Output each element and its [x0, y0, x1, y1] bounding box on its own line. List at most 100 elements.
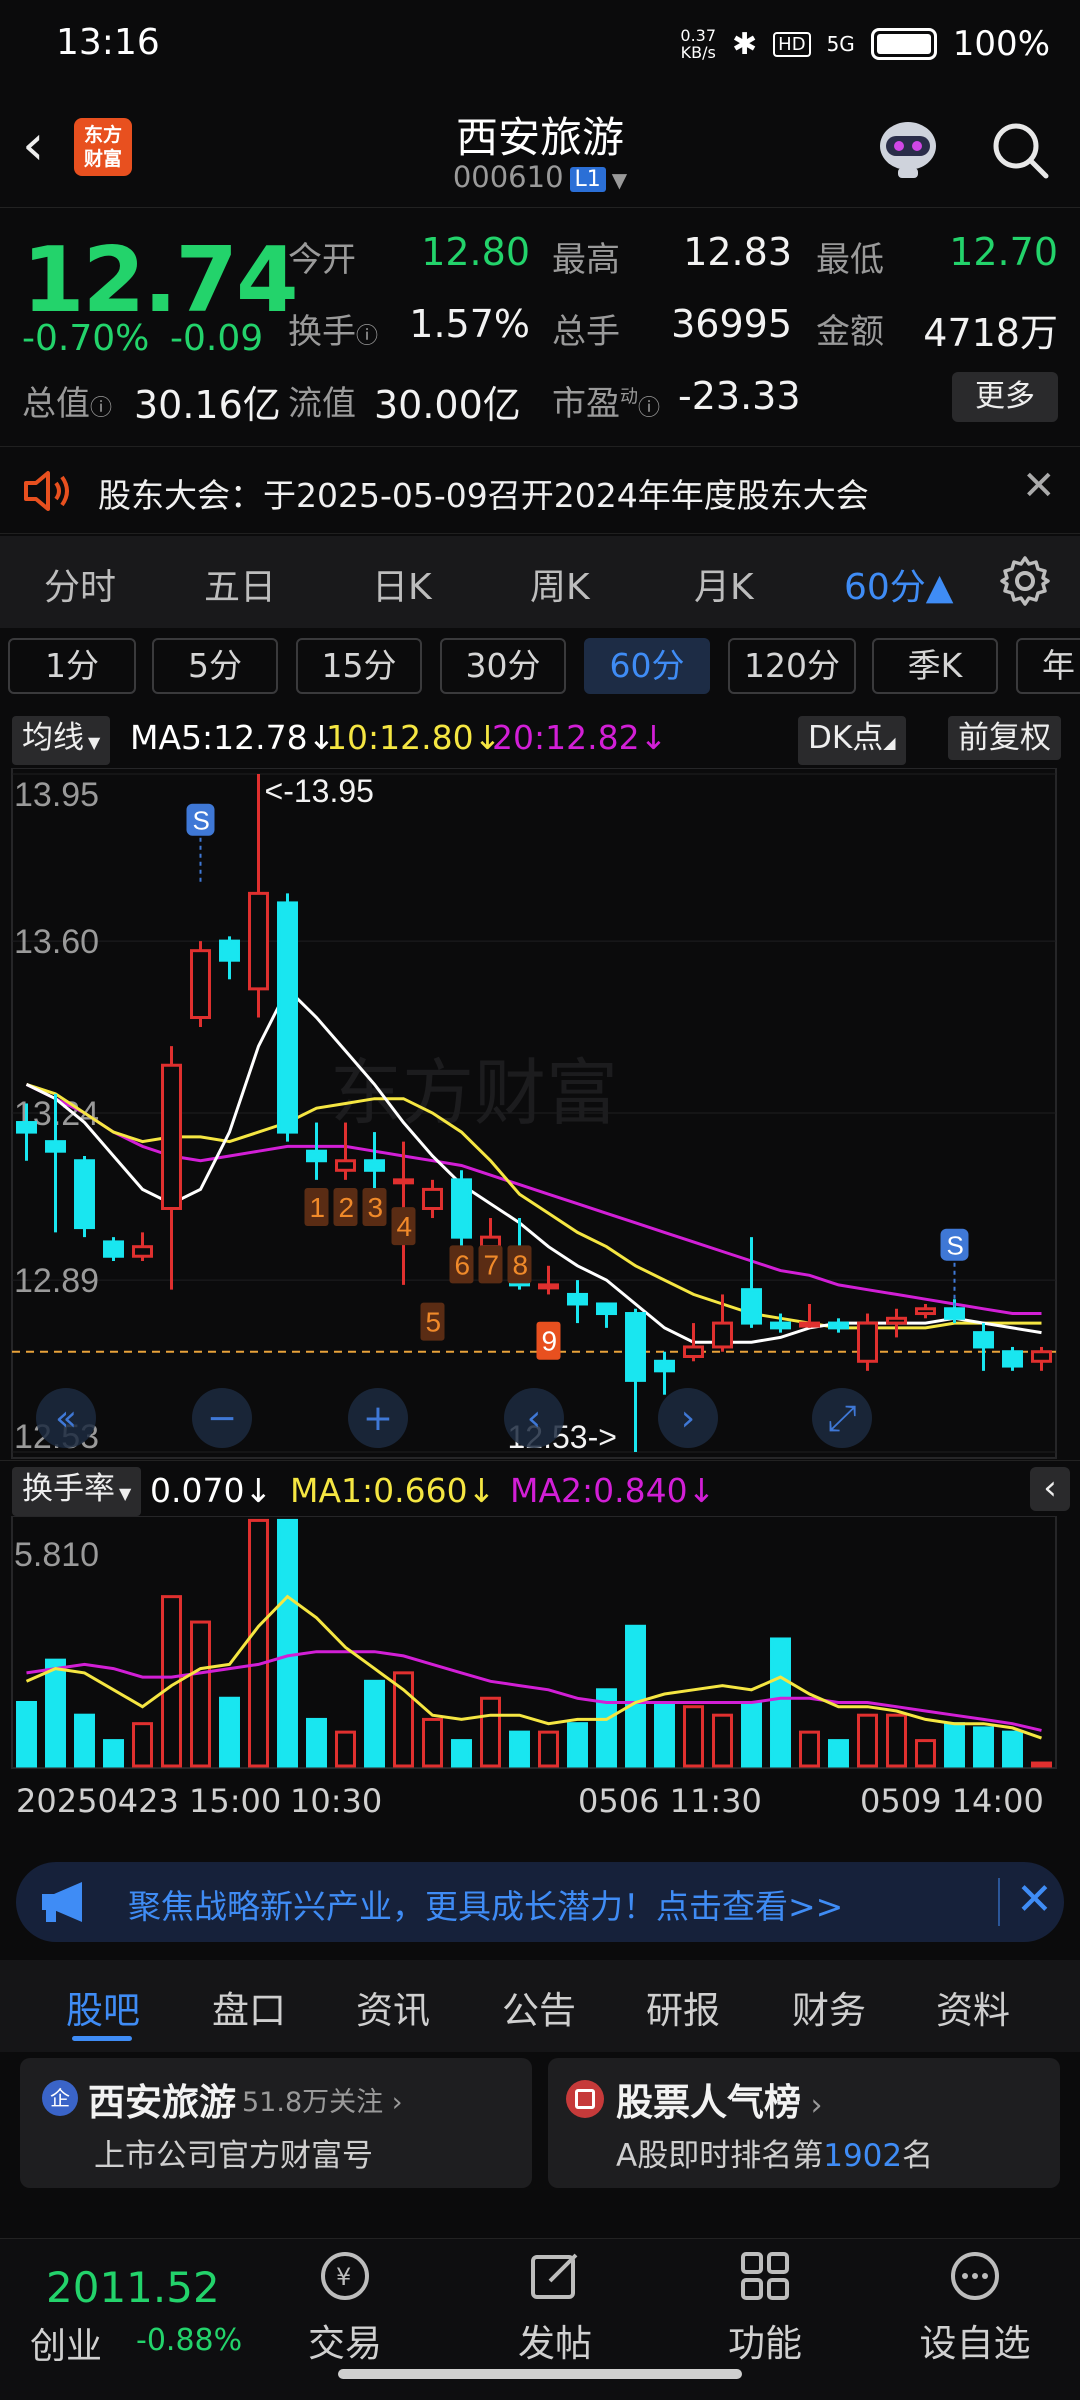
mktcap-label[interactable]: 总值ⓘ — [22, 376, 112, 425]
candle-body — [770, 1321, 791, 1330]
candle-body — [1031, 1350, 1052, 1363]
high-marker: <-13.95 — [265, 773, 374, 809]
tab-pankou[interactable]: 盘口 — [212, 1980, 286, 2034]
turnover-bar — [654, 1700, 675, 1768]
nav-set-watchlist[interactable]: 设自选 — [900, 2249, 1050, 2367]
battery-level: 100% — [952, 24, 1050, 64]
ma20-value: 20:12.82↓ — [492, 718, 668, 757]
candle-body — [683, 1345, 704, 1359]
control-glyph: + — [363, 1398, 393, 1439]
subperiod-5min[interactable]: 5分 — [152, 638, 278, 694]
collapse-left-icon[interactable]: ‹ — [1030, 1467, 1070, 1511]
official-account-card[interactable]: 企 西安旅游 51.8万关注 › 上市公司官方财富号 — [20, 2058, 532, 2188]
zoom-out-icon[interactable]: − — [192, 1388, 252, 1448]
turnover-bar — [857, 1713, 878, 1768]
close-icon[interactable]: ✕ — [1016, 1874, 1053, 1925]
corner-icon: ◢ — [883, 733, 896, 752]
tab-financials[interactable]: 财务 — [792, 1980, 866, 2034]
indicator-selector[interactable]: 换手率 ▼ — [12, 1467, 142, 1516]
pe-label[interactable]: 市盈动ⓘ — [552, 376, 660, 425]
subperiod-15min[interactable]: 15分 — [296, 638, 422, 694]
more-button[interactable]: 更多 — [952, 372, 1058, 422]
close-icon[interactable]: ✕ — [1022, 463, 1056, 509]
turnover-bar — [683, 1705, 704, 1768]
subperiod-120min[interactable]: 120分 — [728, 638, 856, 694]
candle-body — [306, 1149, 327, 1163]
index-ticker[interactable]: 2011.52 创业 -0.88% — [0, 2239, 242, 2369]
tab-daily-k[interactable]: 日K — [372, 558, 432, 610]
subperiod-quarter-k[interactable]: 季K — [872, 638, 998, 694]
candle-body — [219, 939, 240, 962]
robot-assistant-icon[interactable] — [872, 116, 944, 180]
control-glyph: › — [681, 1398, 695, 1439]
candle-body — [480, 1235, 501, 1249]
dk-point-button[interactable]: DK点◢ — [798, 716, 906, 765]
y-axis-label: 13.95 — [14, 776, 99, 814]
tab-profile[interactable]: 资料 — [936, 1980, 1010, 2034]
nav-post[interactable]: 发帖 — [480, 2249, 630, 2367]
notice-bar[interactable]: 股东大会：于2025-05-09召开2024年年度股东大会 ✕ — [0, 446, 1080, 534]
rank-icon — [566, 2080, 604, 2118]
tab-five-day[interactable]: 五日 — [204, 558, 276, 610]
fullscreen-icon[interactable]: ⤢ — [812, 1388, 872, 1448]
td-count-label: 7 — [484, 1249, 500, 1280]
tab-research[interactable]: 研报 — [646, 1980, 720, 2034]
active-tab-indicator — [72, 2036, 132, 2041]
control-glyph: ⤢ — [828, 1398, 857, 1439]
search-icon[interactable] — [990, 120, 1050, 180]
gear-icon[interactable] — [998, 554, 1052, 608]
hd-icon: HD — [773, 31, 811, 57]
open-label: 今开 — [288, 240, 356, 280]
promo-banner[interactable]: 聚焦战略新兴产业，更具成长潜力！点击查看>> ✕ — [16, 1862, 1064, 1942]
ma-selector[interactable]: 均线 ▼ — [12, 716, 111, 765]
tab-weekly-k[interactable]: 周K — [530, 558, 590, 610]
promo-text: 聚焦战略新兴产业，更具成长潜力！点击查看>> — [128, 1887, 844, 1926]
tab-news[interactable]: 资讯 — [356, 1980, 430, 2034]
turnover-bar — [16, 1700, 37, 1768]
trade-icon: ¥ — [321, 2252, 369, 2300]
subperiod-60min[interactable]: 60分 — [584, 638, 710, 694]
turnover-chart[interactable]: 5.810 — [0, 1516, 1080, 1770]
volume-label: 总手 — [552, 312, 620, 352]
tab-intraday[interactable]: 分时 — [44, 558, 116, 610]
turnover-label[interactable]: 换手ⓘ — [288, 304, 378, 353]
subperiod-1min[interactable]: 1分 — [8, 638, 136, 694]
candle-body — [741, 1288, 762, 1325]
ma-legend-row: 均线 ▼ MA5:12.78↓ 10:12.80↓ 20:12.82↓ DK点◢ … — [0, 712, 1080, 766]
subperiod-30min[interactable]: 30分 — [440, 638, 566, 694]
dk-label: DK点 — [808, 720, 884, 756]
mktcap-value: 30.16亿 — [134, 383, 281, 427]
candle-body — [364, 1159, 385, 1172]
tab-guba[interactable]: 股吧 — [66, 1980, 140, 2034]
grid-icon — [741, 2252, 789, 2300]
td-count-label: 6 — [455, 1249, 471, 1280]
subperiod-year-k[interactable]: 年 — [1016, 638, 1080, 694]
td-count-label: 8 — [513, 1249, 529, 1280]
candle-body — [1002, 1350, 1023, 1368]
turnover-bar — [45, 1658, 66, 1768]
tab-60min[interactable]: 60分▲ — [844, 558, 954, 610]
turnover-ma2: MA2:0.840↓ — [510, 1471, 716, 1510]
kline-chart[interactable]: 13.9513.6013.2412.8912.53 东方财富 <-13.9512… — [0, 768, 1080, 1460]
ma-selector-label: 均线 — [22, 720, 84, 756]
turnover-bar — [625, 1624, 646, 1768]
tab-announcements[interactable]: 公告 — [502, 1980, 576, 2034]
enterprise-icon: 企 — [42, 2080, 78, 2116]
card-company-name: 西安旅游 — [88, 2081, 236, 2124]
turnover-bar — [567, 1722, 588, 1768]
high-label: 最高 — [552, 240, 620, 280]
turnover-value: 1.57% — [409, 302, 530, 346]
follow-count: 51.8万关注 › — [242, 2080, 403, 2119]
rewind-icon[interactable]: « — [36, 1388, 96, 1448]
adjust-button[interactable]: 前复权 — [948, 716, 1061, 760]
scroll-left-icon[interactable]: ‹ — [504, 1388, 564, 1448]
turnover-bar — [828, 1739, 849, 1768]
popularity-rank-card[interactable]: 股票人气榜 › A股即时排名第1902名 — [548, 2058, 1060, 2188]
nav-trade[interactable]: ¥ 交易 — [270, 2249, 420, 2367]
scroll-right-icon[interactable]: › — [658, 1388, 718, 1448]
time-axis: 20250423 15:00 10:30 0506 11:30 0509 14:… — [0, 1770, 1080, 1834]
nav-function[interactable]: 功能 — [690, 2249, 840, 2367]
turnover-bar — [770, 1637, 791, 1768]
tab-monthly-k[interactable]: 月K — [694, 558, 754, 610]
zoom-in-icon[interactable]: + — [348, 1388, 408, 1448]
